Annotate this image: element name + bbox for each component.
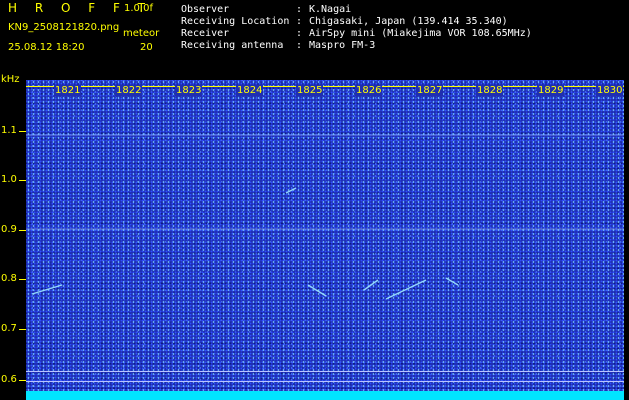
time-tick-label: 1823 <box>175 85 203 96</box>
file-name: KN9_2508121820.png <box>8 22 120 33</box>
y-tick-label: 0.8 <box>1 273 17 284</box>
info-label-location: Receiving Location <box>181 16 290 27</box>
y-tick <box>19 131 26 132</box>
meteor-trace <box>445 277 459 286</box>
info-sep: : <box>296 28 303 39</box>
meteor-label: meteor <box>123 28 160 39</box>
time-tick-label: 1826 <box>355 85 383 96</box>
time-tick-label: 1825 <box>296 85 324 96</box>
time-tick-label: 1828 <box>476 85 504 96</box>
y-tick-label: 0.7 <box>1 323 17 334</box>
info-sep: : <box>296 16 303 27</box>
time-tick-label: 1822 <box>115 85 143 96</box>
y-tick <box>19 380 26 381</box>
y-tick-label: 1.0 <box>1 174 17 185</box>
file-datetime: 25.08.12 18:20 <box>8 42 85 53</box>
meteor-trace <box>363 279 379 291</box>
app-version: 1.0.0f <box>124 3 153 14</box>
info-sep: : <box>296 40 303 51</box>
time-tick-label: 1827 <box>416 85 444 96</box>
info-value-location: Chigasaki, Japan (139.414 35.340) <box>309 16 508 27</box>
meteor-trace <box>285 187 297 194</box>
header-panel: H R O F F T 1.0.0f KN9_2508121820.png me… <box>0 0 629 80</box>
y-tick-label: 0.9 <box>1 224 17 235</box>
meteor-trace <box>307 284 327 297</box>
bottom-signal-band <box>26 391 624 400</box>
y-tick-label: 1.1 <box>1 125 17 136</box>
meteor-trace <box>385 279 427 300</box>
time-tick-label: 1821 <box>54 85 82 96</box>
info-value-receiver: AirSpy mini (Miakejima VOR 108.65MHz) <box>309 28 532 39</box>
y-axis: kHz 1.1 1.0 0.9 0.8 0.7 0.6 <box>0 74 26 400</box>
waterfall-spectrogram <box>26 80 624 400</box>
y-tick <box>19 180 26 181</box>
info-value-observer: K.Nagai <box>309 4 352 15</box>
meteor-traces <box>26 134 624 300</box>
info-sep: : <box>296 4 303 15</box>
info-label-antenna: Receiving antenna <box>181 40 284 51</box>
info-label-observer: Observer <box>181 4 230 15</box>
y-tick <box>19 230 26 231</box>
y-axis-unit: kHz <box>1 74 20 85</box>
meteor-trace <box>31 284 63 295</box>
time-tick-label: 1830 <box>596 85 624 96</box>
y-tick <box>19 279 26 280</box>
info-value-antenna: Maspro FM-3 <box>309 40 376 51</box>
right-margin <box>624 80 629 400</box>
y-tick <box>19 329 26 330</box>
time-tick-label: 1824 <box>236 85 264 96</box>
time-tick-label: 1829 <box>537 85 565 96</box>
y-tick-label: 0.6 <box>1 374 17 385</box>
reference-line <box>26 371 624 372</box>
meteor-count: 20 <box>140 42 153 53</box>
reference-line <box>26 381 624 382</box>
info-label-receiver: Receiver <box>181 28 230 39</box>
